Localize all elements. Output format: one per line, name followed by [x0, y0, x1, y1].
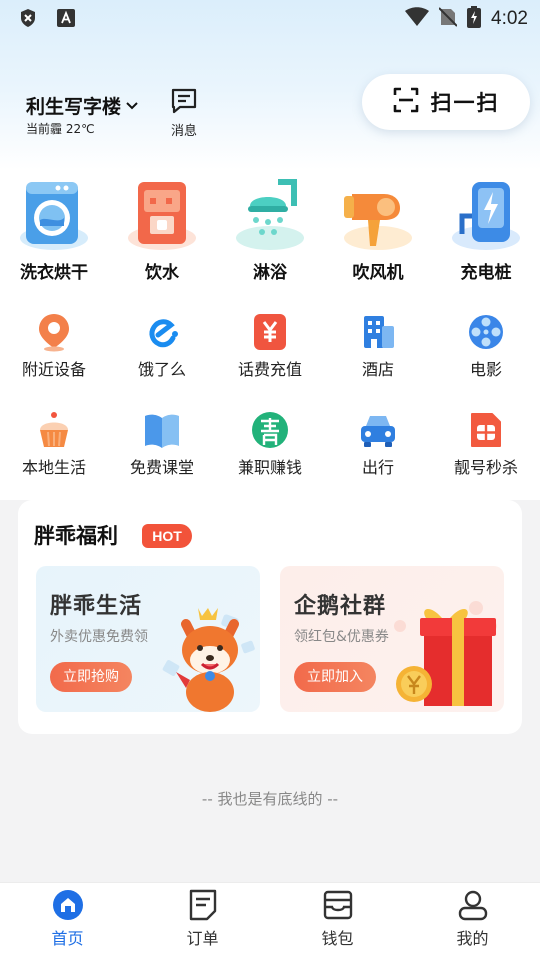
link-label: 靓号秒杀	[453, 458, 518, 477]
mascot-dog-icon	[162, 608, 255, 712]
main-services: 洗衣烘干 饮水 淋浴 吹风机 充电桩	[0, 176, 540, 286]
profile-icon	[457, 889, 489, 921]
bottom-tab-bar: 首页 订单 钱包 我的	[0, 882, 540, 960]
header: 利生写字楼 当前霾 22℃ 消息 扫一扫	[0, 70, 540, 140]
order-icon	[187, 889, 219, 921]
book-icon	[142, 410, 182, 450]
promo-subtitle: 外卖优惠免费领	[50, 629, 148, 645]
wallet-icon	[322, 889, 354, 921]
link-label: 免费课堂	[129, 458, 194, 477]
scan-label: 扫一扫	[430, 91, 500, 115]
scan-icon	[393, 87, 419, 117]
promo-card-community[interactable]: 企鹅社群 领红包&优惠券 立即加入	[280, 566, 504, 712]
service-label: 吹风机	[352, 263, 404, 283]
message-label: 消息	[170, 124, 197, 139]
welfare-title: 胖乖福利	[34, 524, 118, 548]
yen-icon	[250, 312, 290, 352]
washing-machine-icon	[14, 176, 94, 254]
home-icon	[52, 889, 84, 921]
link-label: 出行	[361, 458, 394, 477]
location-pin-icon	[34, 312, 74, 352]
tab-home[interactable]: 首页	[0, 889, 135, 949]
scan-button[interactable]: 扫一扫	[362, 74, 530, 130]
link-label: 饿了么	[137, 360, 186, 379]
link-label: 酒店	[361, 360, 394, 379]
link-part-time[interactable]: 兼职赚钱	[216, 410, 324, 478]
gift-box-icon	[394, 601, 497, 706]
link-free-class[interactable]: 免费课堂	[108, 410, 216, 478]
location-selector[interactable]: 利生写字楼	[26, 92, 139, 119]
service-label: 饮水	[145, 263, 179, 283]
link-label: 附近设备	[21, 360, 86, 379]
link-nearby-devices[interactable]: 附近设备	[0, 312, 108, 380]
message-icon	[170, 88, 198, 118]
service-shower[interactable]: 淋浴	[216, 176, 324, 283]
link-label: 本地生活	[21, 458, 86, 477]
status-time: 4:02	[491, 8, 528, 29]
service-label: 淋浴	[253, 263, 287, 283]
film-reel-icon	[466, 312, 506, 352]
promo-title: 企鹅社群	[294, 594, 387, 619]
qing-icon	[250, 410, 290, 450]
link-number-deal[interactable]: 靓号秒杀	[432, 410, 540, 478]
wifi-icon	[405, 7, 430, 31]
eleme-icon	[142, 312, 182, 352]
link-label: 电影	[469, 360, 502, 379]
water-dispenser-icon	[122, 176, 202, 254]
service-laundry[interactable]: 洗衣烘干	[0, 176, 108, 283]
service-label: 洗衣烘干	[20, 263, 88, 283]
tab-wallet[interactable]: 钱包	[270, 889, 405, 949]
hotel-icon	[358, 312, 398, 352]
tab-label: 我的	[456, 929, 489, 948]
hair-dryer-icon	[338, 176, 418, 254]
promo-card-life[interactable]: 胖乖生活 外卖优惠免费领 立即抢购	[36, 566, 260, 712]
cupcake-icon	[34, 410, 74, 450]
link-local-life[interactable]: 本地生活	[0, 410, 108, 478]
car-icon	[358, 410, 398, 450]
battery-charging-icon	[467, 6, 482, 32]
welfare-section: 胖乖福利 HOT 胖乖生活 外卖优惠免费领 立即抢购 企鹅社群 领红包&优惠券 …	[18, 500, 522, 734]
promo-title: 胖乖生活	[50, 594, 143, 619]
end-of-list-note: -- 我也是有底线的 --	[201, 790, 339, 808]
hot-badge: HOT	[142, 524, 192, 548]
chevron-down-icon	[125, 99, 139, 113]
link-label: 兼职赚钱	[237, 458, 302, 477]
link-phone-recharge[interactable]: 话费充值	[216, 312, 324, 380]
a-icon	[56, 8, 76, 28]
promo-subtitle: 领红包&优惠券	[294, 629, 389, 645]
service-label: 充电桩	[460, 263, 512, 283]
join-now-button[interactable]: 立即加入	[294, 662, 376, 692]
link-travel[interactable]: 出行	[324, 410, 432, 478]
tab-label: 钱包	[321, 929, 354, 948]
weather-info: 当前霾 22℃	[26, 122, 95, 136]
link-hotel[interactable]: 酒店	[324, 312, 432, 380]
link-movie[interactable]: 电影	[432, 312, 540, 380]
message-button[interactable]: 消息	[166, 88, 202, 139]
tab-label: 订单	[186, 929, 219, 948]
charging-pile-icon	[446, 176, 526, 254]
sim-card-icon	[466, 410, 506, 450]
shower-icon	[230, 176, 310, 254]
link-label: 话费充值	[237, 360, 302, 379]
service-charging[interactable]: 充电桩	[432, 176, 540, 283]
service-water[interactable]: 饮水	[108, 176, 216, 283]
status-bar: 4:02	[0, 0, 540, 38]
tab-label: 首页	[51, 929, 84, 948]
no-sim-icon	[438, 7, 458, 31]
shield-x-icon	[18, 8, 38, 28]
link-eleme[interactable]: 饿了么	[108, 312, 216, 380]
tab-orders[interactable]: 订单	[135, 889, 270, 949]
service-hairdryer[interactable]: 吹风机	[324, 176, 432, 283]
tab-profile[interactable]: 我的	[405, 889, 540, 949]
buy-now-button[interactable]: 立即抢购	[50, 662, 132, 692]
location-name: 利生写字楼	[26, 96, 122, 118]
